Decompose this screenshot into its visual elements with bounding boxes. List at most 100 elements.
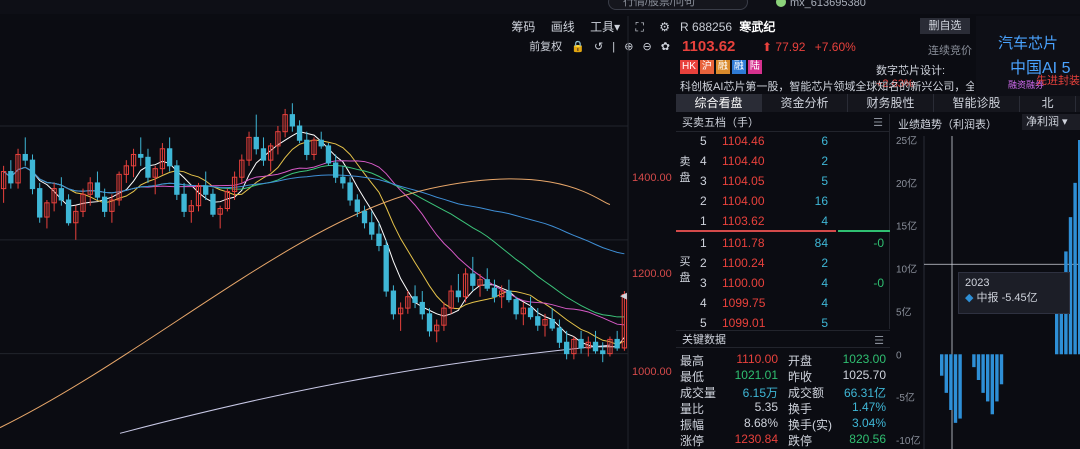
price-change: ⬆ 77.92 +7.60%	[762, 40, 856, 54]
concept-wordcloud-ad[interactable]: 汽车芯片 中国AI 5 融资融券 先进封装	[976, 16, 1080, 96]
buy-row[interactable]: 3 1100.00 4 -0	[696, 276, 888, 294]
sell-row[interactable]: 3 1104.05 5	[696, 174, 888, 192]
sell-row[interactable]: 5 1104.46 6	[696, 134, 888, 152]
stock-name: 寒武纪	[739, 20, 776, 34]
candle-body	[600, 350, 606, 355]
key-data-row: 振幅 8.68% 换手(实) 3.04%	[676, 416, 890, 432]
candle-body	[376, 233, 382, 247]
order-volume: 5	[821, 174, 828, 188]
order-volume: 4	[821, 296, 828, 310]
metric-value: 1110.00	[736, 352, 778, 366]
candle-body	[37, 188, 43, 218]
candle-body	[22, 153, 28, 161]
metric-label: 跌停	[788, 434, 813, 448]
price-tick-1000: 1000.00	[632, 366, 672, 378]
candle-body	[65, 199, 72, 224]
candle-body	[578, 338, 584, 349]
profit-bar	[976, 354, 981, 380]
candle-body	[383, 245, 389, 292]
profit-bar	[990, 354, 994, 415]
menu-icon[interactable]: ☰	[874, 334, 884, 347]
candle-body	[94, 182, 101, 198]
candle-body	[491, 287, 498, 298]
tab-overview[interactable]: 综合看盘	[676, 94, 762, 112]
candle-body	[145, 156, 151, 178]
candle-body	[354, 199, 360, 212]
metric-value: 1023.00	[842, 352, 886, 366]
candle-body	[332, 162, 339, 178]
key-data-row: 最低 1021.01 昨收 1025.70	[676, 368, 890, 384]
y-tick-label: 20亿	[896, 177, 917, 190]
tab-capital[interactable]: 资金分析	[762, 94, 848, 112]
metric-label: 量比	[680, 402, 705, 416]
tooltip-year: 2023	[965, 277, 990, 289]
order-volume: 2	[821, 154, 828, 168]
profit-bar	[953, 354, 958, 423]
candle-body	[535, 316, 541, 326]
profit-bar	[949, 354, 953, 410]
order-price: 1101.78	[722, 236, 765, 250]
metric-label: 涨停	[680, 434, 705, 448]
sell-row[interactable]: 2 1104.00 16	[696, 194, 888, 212]
profit-bar	[958, 354, 962, 419]
buy-row[interactable]: 1 1101.78 84 -0	[696, 236, 888, 254]
order-price: 1103.62	[722, 214, 765, 228]
y-tick-label: 10亿	[896, 263, 917, 276]
market-badge: HK	[680, 60, 698, 74]
profit-bar	[972, 354, 976, 368]
candle-body	[304, 139, 310, 155]
stock-code: R 688256 寒武纪	[680, 18, 775, 35]
y-tick-label: 25亿	[896, 136, 917, 147]
avatar[interactable]	[776, 0, 786, 7]
candle-body	[455, 290, 462, 298]
order-volume: 5	[821, 316, 828, 330]
candle-body	[614, 338, 620, 349]
sell-row[interactable]: 4 1104.40 2	[696, 154, 888, 172]
tab-financial[interactable]: 财务股性	[848, 94, 934, 112]
menu-icon[interactable]: ☰	[873, 116, 883, 129]
order-volume: 4	[821, 214, 828, 228]
candle-body	[419, 301, 425, 315]
buy-row[interactable]: 4 1099.75 4	[696, 296, 888, 314]
remove-watchlist-button[interactable]: 删自选	[920, 18, 970, 34]
order-price: 1100.24	[722, 256, 765, 270]
market-prefix: R	[680, 20, 689, 34]
tab-diagnosis[interactable]: 智能诊股	[934, 94, 1020, 112]
candle-body	[203, 185, 209, 195]
metric-value: 1021.01	[734, 368, 778, 382]
current-price-marker: ◀	[620, 290, 627, 300]
profit-bar	[1073, 182, 1077, 355]
metric-label: 成交额	[788, 386, 825, 400]
candle-body	[513, 299, 519, 315]
search-input[interactable]: 行情/股票/问句	[608, 0, 748, 10]
level: 5	[700, 316, 707, 330]
candle-body	[369, 222, 375, 235]
metric-label: 换手(实)	[788, 418, 832, 432]
candle-body	[289, 114, 296, 127]
candle-body	[506, 290, 512, 301]
code-text: 688256	[692, 20, 733, 34]
key-data-row: 涨停 1230.84 跌停 820.56	[676, 432, 890, 448]
buy-row[interactable]: 2 1100.24 2	[696, 256, 888, 274]
candle-body	[527, 307, 534, 318]
level: 4	[700, 154, 707, 168]
username[interactable]: mx_613695380	[790, 0, 866, 9]
order-volume: 6	[821, 134, 828, 148]
candle-body	[318, 139, 324, 147]
y-tick-label: -5亿	[896, 391, 915, 404]
candle-body	[138, 153, 144, 158]
key-data-row: 最高 1110.00 开盘 1023.00	[676, 352, 890, 368]
kline-chart[interactable]: 筹码 画线 工具▾ ⛶ ⚙ 前复权 🔒 ↺ | ⊕ ⊖ ✿ ◀ 1400.00 …	[0, 16, 674, 449]
level: 2	[700, 256, 707, 270]
tab-north[interactable]: 北	[1020, 94, 1076, 112]
metric-select[interactable]: 净利润 ▾	[1022, 114, 1080, 130]
candle-body	[484, 279, 490, 289]
price-tick-1200: 1200.00	[632, 268, 672, 280]
trading-status: 连续竞价	[928, 45, 972, 57]
candle-body	[549, 318, 555, 329]
candle-body	[563, 341, 570, 355]
volume-delta: -0	[873, 276, 884, 290]
profit-bar	[944, 354, 948, 393]
concept-label: 数字芯片设计:	[876, 65, 946, 77]
candle-body	[390, 290, 397, 315]
